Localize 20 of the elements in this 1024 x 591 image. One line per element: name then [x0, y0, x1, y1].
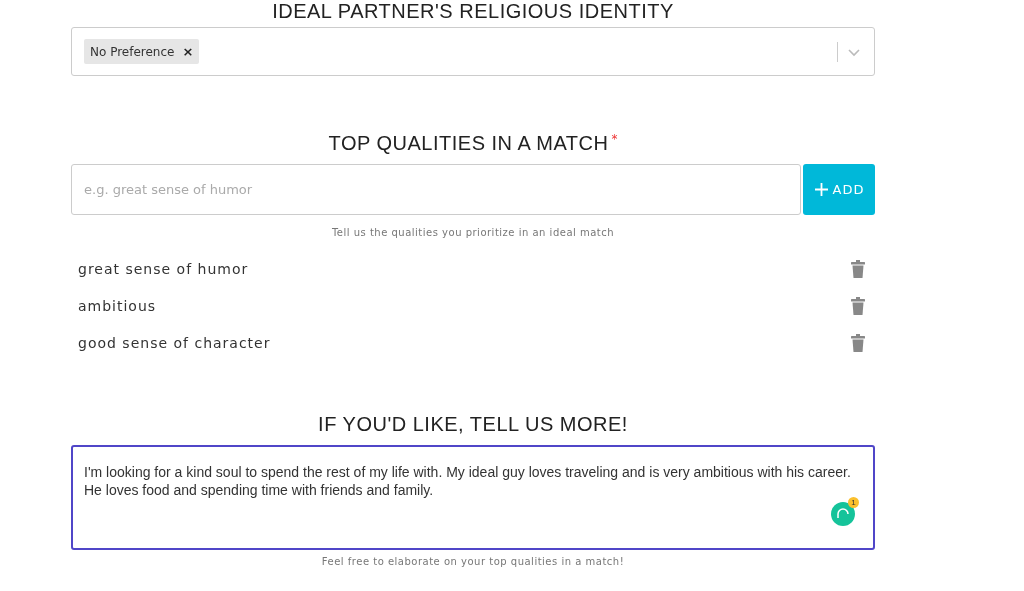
quality-item: good sense of character [78, 334, 271, 351]
notification-badge: 1 [848, 497, 859, 508]
tag-label: No Preference [90, 44, 175, 59]
remove-tag-button[interactable]: × [182, 44, 194, 59]
trash-icon[interactable] [851, 333, 865, 352]
helper-text: Tell us the qualities you prioritize in an ideal match [331, 227, 615, 238]
trash-icon[interactable] [851, 296, 865, 315]
section-heading: IDEAL PARTNER'S RELIGIOUS IDENTITY [272, 0, 674, 23]
quality-input-field[interactable]: e.g. great sense of humor [71, 164, 801, 215]
quality-item: great sense of humor [78, 260, 249, 277]
helper-text: Feel free to elaborate on your top qualities in a match! [321, 556, 625, 567]
section-heading: TOP QUALITIES IN A MATCH [328, 132, 609, 155]
religion-select[interactable]: No Preference × [71, 27, 875, 76]
assistant-icon[interactable] [831, 502, 855, 526]
section-heading: IF YOU'D LIKE, TELL US MORE! [318, 413, 628, 436]
quality-item: ambitious [78, 297, 157, 314]
trash-icon[interactable] [851, 259, 865, 278]
description-text-area[interactable]: I'm looking for a kind soul to spend the rest of my life with. My ideal guy loves traveling and is very ambitious with his career. He loves food and spending time with friends and family. 1 [71, 445, 875, 550]
plus-icon [813, 182, 829, 197]
required-mark: * [611, 132, 618, 146]
